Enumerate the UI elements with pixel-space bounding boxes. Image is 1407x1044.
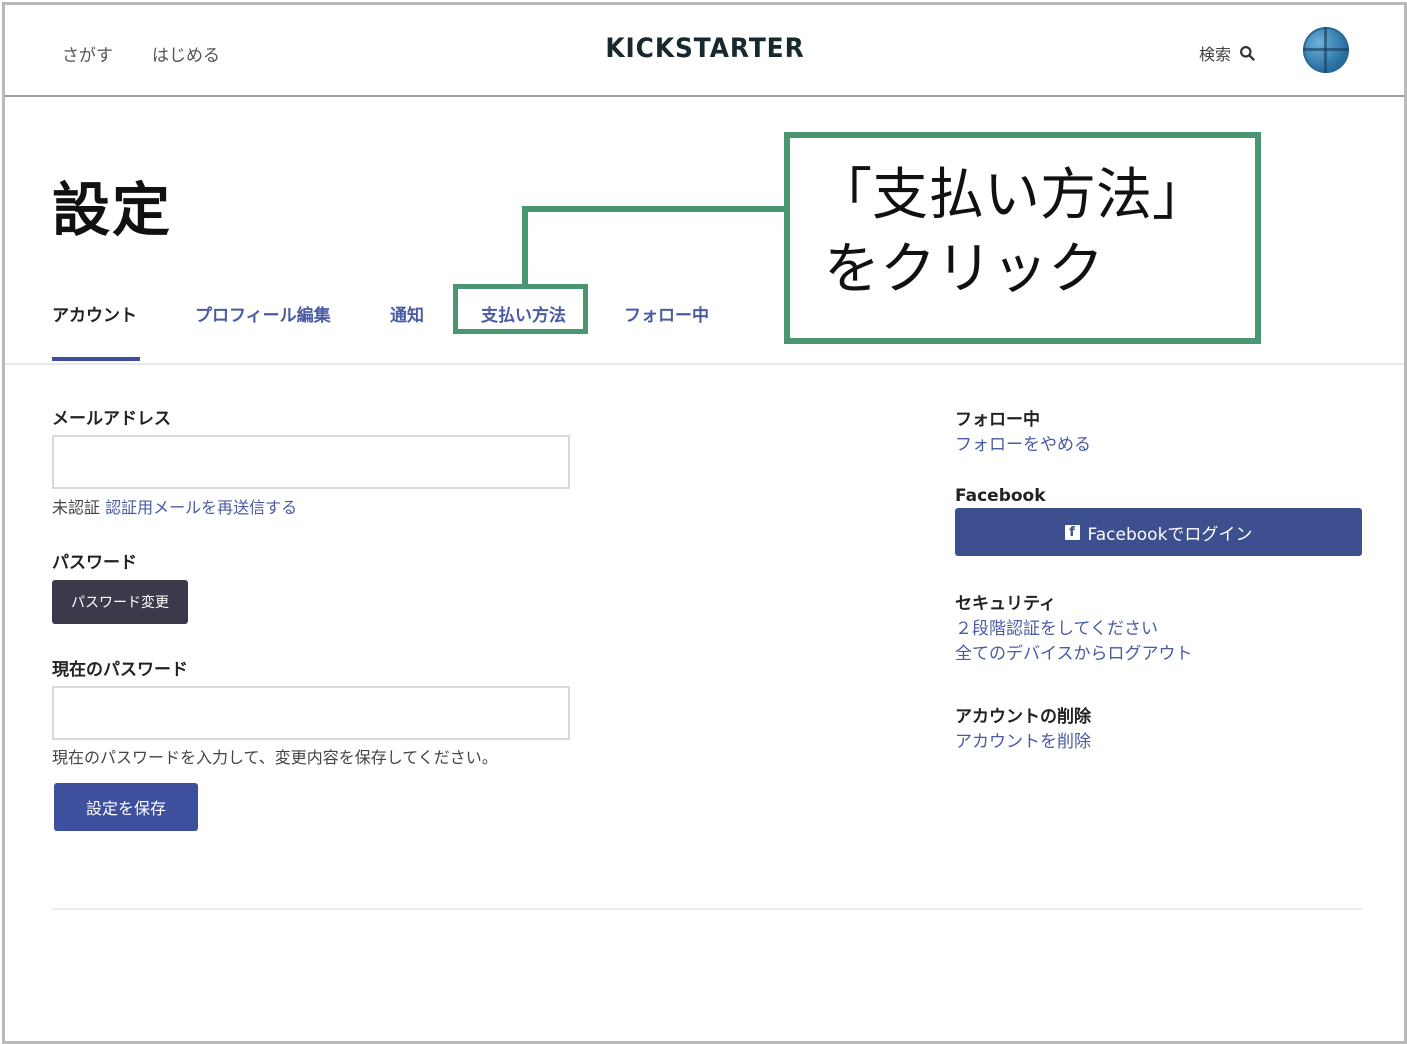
- email-status: 未認証 認証用メールを再送信する: [52, 494, 297, 518]
- current-password-label: 現在のパスワード: [52, 660, 188, 680]
- delete-account-link[interactable]: アカウントを削除: [955, 727, 1091, 752]
- facebook-login-button[interactable]: f Facebookでログイン: [955, 508, 1362, 556]
- security-heading: セキュリティ: [955, 594, 1056, 614]
- current-password-hint: 現在のパスワードを入力して、変更内容を保存してください。: [52, 748, 498, 767]
- two-factor-link[interactable]: ２段階認証をしてください: [955, 614, 1158, 639]
- instruction-callout: 「支払い方法」 をクリック: [784, 132, 1261, 344]
- email-field[interactable]: [52, 435, 570, 489]
- callout-text-line1: 「支払い方法」: [816, 163, 1208, 228]
- tabs-divider: [5, 363, 1404, 365]
- facebook-icon: f: [1064, 524, 1080, 540]
- save-settings-button[interactable]: 設定を保存: [54, 783, 198, 831]
- tab-notifications[interactable]: 通知: [390, 301, 424, 326]
- callout-connector-vertical: [522, 206, 528, 288]
- tab-profile-edit[interactable]: プロフィール編集: [195, 301, 331, 326]
- kickstarter-logo[interactable]: KICKSTARTER: [602, 33, 808, 64]
- password-label: パスワード: [52, 553, 137, 573]
- screenshot-frame: さがす はじめる KICKSTARTER 検索 設定 アカウント プロフィール編…: [2, 2, 1407, 1044]
- search-label: 検索: [1199, 45, 1232, 64]
- change-password-button[interactable]: パスワード変更: [52, 580, 188, 624]
- tab-account[interactable]: アカウント: [52, 301, 137, 326]
- callout-connector: [522, 206, 787, 212]
- payment-tab-highlight: [453, 284, 588, 334]
- nav-explore[interactable]: さがす: [62, 41, 113, 66]
- facebook-heading: Facebook: [955, 486, 1046, 506]
- current-password-field[interactable]: [52, 686, 570, 740]
- tab-following[interactable]: フォロー中: [624, 301, 709, 326]
- search-button[interactable]: 検索: [1199, 41, 1256, 65]
- footer-divider: [52, 908, 1362, 910]
- nav-start[interactable]: はじめる: [152, 41, 220, 66]
- avatar[interactable]: [1303, 27, 1349, 73]
- active-tab-indicator: [52, 357, 140, 361]
- unfollow-link[interactable]: フォローをやめる: [955, 430, 1091, 455]
- search-icon: [1240, 45, 1255, 61]
- email-label: メールアドレス: [52, 409, 171, 429]
- callout-text-line2: をクリック: [824, 237, 1104, 302]
- resend-verification-link[interactable]: 認証用メールを再送信する: [105, 498, 297, 517]
- delete-account-heading: アカウントの削除: [955, 707, 1091, 727]
- following-heading: フォロー中: [955, 410, 1040, 430]
- logout-all-devices-link[interactable]: 全てのデバイスからログアウト: [955, 639, 1193, 664]
- page-title: 設定: [52, 176, 173, 244]
- site-header: さがす はじめる KICKSTARTER 検索: [5, 5, 1404, 97]
- facebook-login-label: Facebookでログイン: [1087, 524, 1253, 545]
- unverified-text: 未認証: [52, 498, 101, 517]
